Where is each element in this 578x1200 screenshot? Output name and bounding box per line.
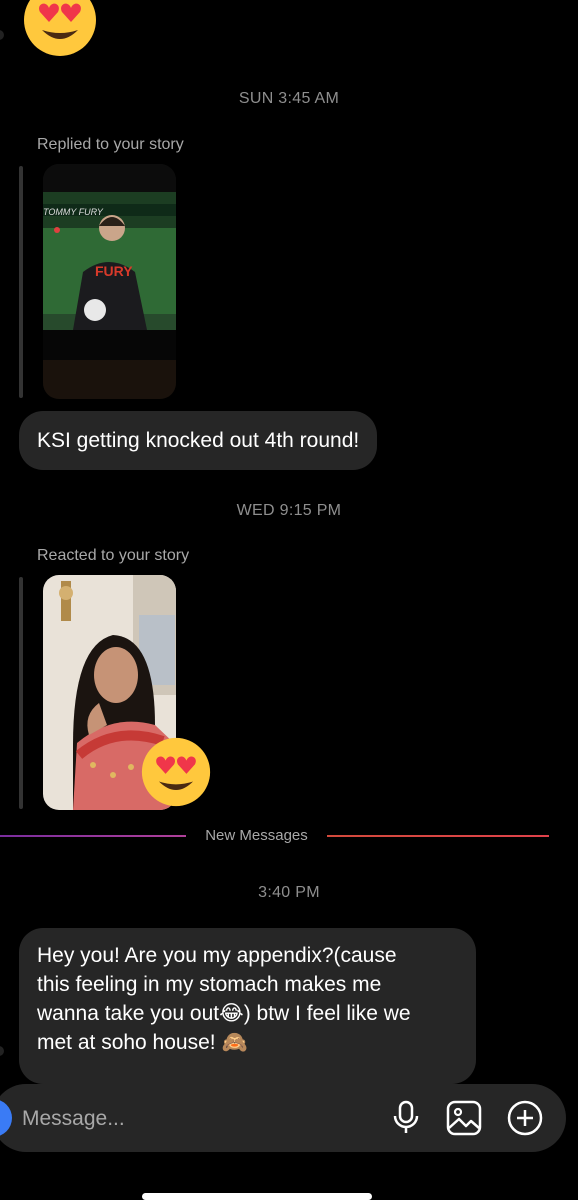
message-line: Hey you! Are you my appendix?(cause — [37, 944, 397, 967]
new-messages-divider-right — [327, 835, 549, 837]
message-line: this feeling in my stomach makes me — [37, 973, 382, 996]
heart-eyes-reaction-icon — [140, 736, 212, 813]
heart-eyes-emoji-top — [22, 0, 98, 63]
message-line: wanna take you out😂) btw I feel like we — [37, 999, 458, 1028]
new-messages-label: New Messages — [205, 827, 308, 844]
image-icon[interactable] — [446, 1100, 482, 1136]
message-line: met at soho house! 🙈 — [37, 1028, 458, 1057]
story-reply-label: Replied to your story — [37, 136, 184, 153]
message-text: met at soho house! — [37, 1031, 222, 1054]
left-edge-dot — [0, 1046, 4, 1056]
message-bubble[interactable]: Hey you! Are you my appendix?(cause this… — [19, 928, 476, 1084]
laughing-emoji-icon: 😂 — [219, 1002, 244, 1025]
svg-text:FURY: FURY — [95, 263, 133, 279]
new-messages-divider-left — [0, 835, 186, 837]
left-edge-dot — [0, 30, 4, 40]
message-input[interactable] — [20, 1100, 364, 1138]
message-text: ) btw I feel like we — [243, 1002, 411, 1025]
story-thumbnail[interactable]: FURY TOMMY FURY — [43, 164, 176, 399]
home-indicator[interactable] — [142, 1193, 372, 1200]
message-text: KSI getting knocked out 4th round! — [37, 429, 360, 452]
timestamp: WED 9:15 PM — [236, 502, 342, 519]
story-quote-bar — [19, 577, 23, 809]
plus-icon[interactable] — [506, 1099, 544, 1137]
story-quote-bar — [19, 166, 23, 398]
message-bubble[interactable]: KSI getting knocked out 4th round! — [19, 411, 378, 470]
story-reaction-label: Reacted to your story — [37, 547, 190, 564]
message-text: wanna take you out — [37, 1002, 220, 1025]
see-no-evil-monkey-emoji-icon: 🙈 — [221, 1031, 248, 1054]
story-thumb-banner-text: TOMMY FURY — [43, 207, 103, 217]
timestamp: SUN 3:45 AM — [238, 90, 340, 107]
timestamp: 3:40 PM — [258, 884, 320, 901]
microphone-icon[interactable] — [392, 1100, 420, 1136]
